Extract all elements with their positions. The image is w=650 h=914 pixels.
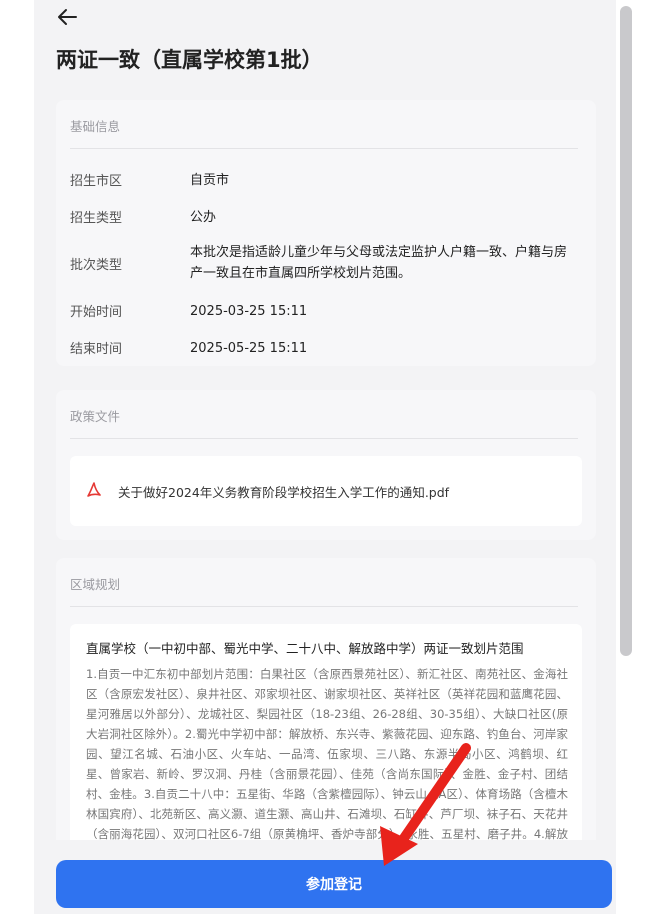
section-title-region: 区域规划 <box>70 577 121 592</box>
scrollbar[interactable] <box>620 6 632 656</box>
annotation-arrow-icon <box>380 743 471 866</box>
info-value: 2025-03-25 15:11 <box>190 304 308 319</box>
region-heading: 直属学校（一中初中部、蜀光中学、二十八中、解放路中学）两证一致划片范围 <box>86 641 524 656</box>
region-card: 区域规划 直属学校（一中初中部、蜀光中学、二十八中、解放路中学）两证一致划片范围… <box>56 558 596 858</box>
region-content: 直属学校（一中初中部、蜀光中学、二十八中、解放路中学）两证一致划片范围 1.自贡… <box>70 624 582 858</box>
back-button[interactable] <box>56 6 78 33</box>
info-label: 开始时间 <box>70 305 123 320</box>
divider <box>70 148 578 149</box>
basic-info-card: 基础信息 招生市区 自贡市 招生类型 公办 批次类型 本批次是指适龄儿童少年与父… <box>56 100 596 366</box>
info-label: 批次类型 <box>70 258 123 273</box>
section-title-basic: 基础信息 <box>70 119 121 134</box>
info-value: 2025-05-25 15:11 <box>190 341 308 356</box>
page-title: 两证一致（直属学校第1批） <box>56 48 323 72</box>
region-body: 1.自贡一中汇东初中部划片范围：白果社区（含原西景苑社区）、新汇社区、南苑社区、… <box>86 667 568 858</box>
section-title-policy: 政策文件 <box>70 409 121 424</box>
arrow-left-icon <box>58 9 77 25</box>
divider <box>70 606 578 607</box>
file-name: 关于做好2024年义务教育阶段学校招生入学工作的通知.pdf <box>118 485 450 500</box>
policy-card: 政策文件 关于做好2024年义务教育阶段学校招生入学工作的通知.pdf <box>56 390 596 540</box>
info-label: 招生类型 <box>70 211 123 226</box>
info-label: 结束时间 <box>70 342 123 357</box>
info-label: 招生市区 <box>70 174 123 189</box>
info-value: 自贡市 <box>190 173 230 188</box>
divider <box>70 438 578 439</box>
policy-file-link[interactable]: 关于做好2024年义务教育阶段学校招生入学工作的通知.pdf <box>70 456 582 526</box>
register-button[interactable]: 参加登记 <box>56 860 612 908</box>
info-value: 本批次是指适龄儿童少年与父母或法定监护人户籍一致、户籍与房产一致且在市直属四所学… <box>190 245 568 281</box>
pdf-icon <box>87 482 101 497</box>
info-value: 公办 <box>190 210 217 225</box>
